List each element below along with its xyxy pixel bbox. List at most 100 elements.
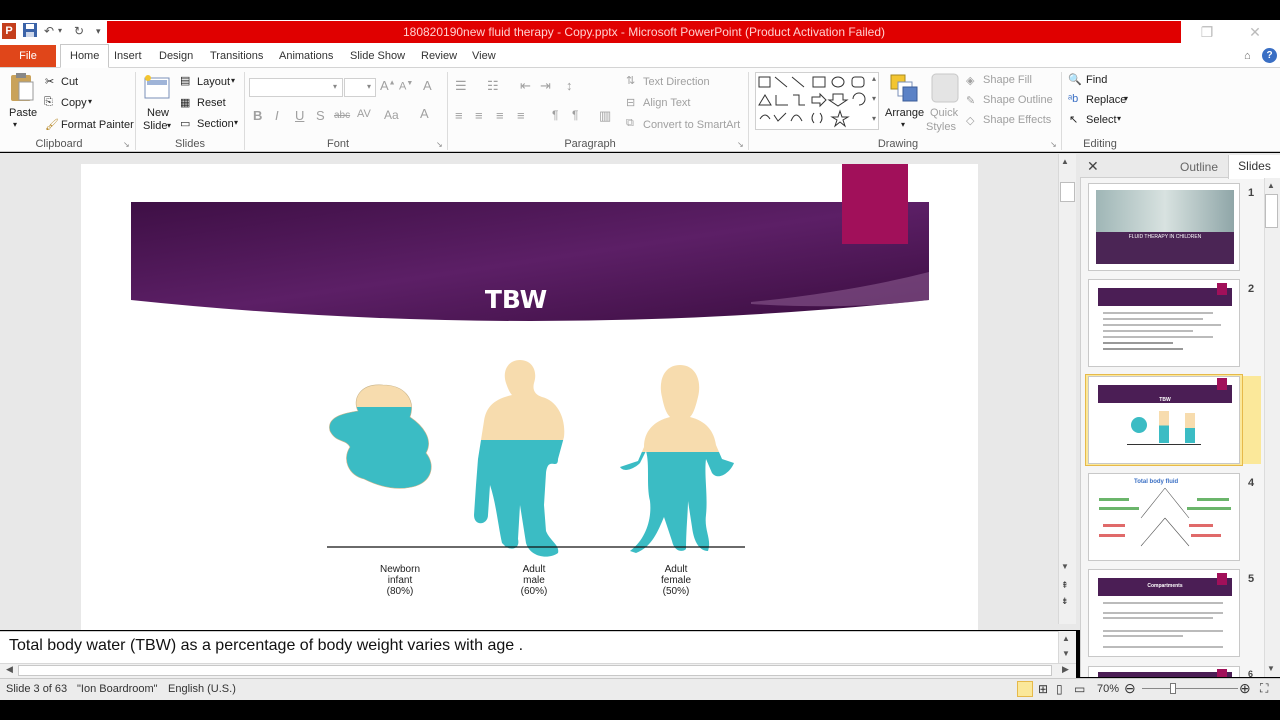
scroll-down-arrow-icon[interactable]: ▼ <box>1061 562 1069 571</box>
next-slide-icon[interactable]: ⇟ <box>1061 596 1069 607</box>
slide-thumbnail-4[interactable]: Total body fluid <box>1088 473 1240 561</box>
justify-icon[interactable]: ≡ <box>517 108 525 123</box>
normal-view-icon[interactable] <box>1017 681 1033 697</box>
shape-effects-button[interactable]: Shape Effects <box>983 114 1051 126</box>
slide-thumbnail-2[interactable] <box>1088 279 1240 367</box>
copy-dropdown-icon[interactable]: ▾ <box>88 97 92 106</box>
font-color-icon[interactable]: A <box>420 106 429 121</box>
horizontal-scroll-thumb[interactable] <box>18 665 1052 676</box>
help-icon[interactable]: ? <box>1262 48 1277 63</box>
cut-icon[interactable]: ✂ <box>45 75 54 88</box>
text-direction-button[interactable]: Text Direction <box>643 76 710 88</box>
slide-sorter-view-icon[interactable]: ⊞ <box>1038 682 1048 696</box>
replace-button[interactable]: Replace <box>1086 94 1126 106</box>
grow-font-icon[interactable]: A▲ <box>380 78 396 93</box>
thumbnails-scrollbar[interactable] <box>1264 178 1280 677</box>
close-pane-icon[interactable]: ✕ <box>1087 158 1099 175</box>
tab-slide-show[interactable]: Slide Show <box>350 45 405 67</box>
font-size-combobox[interactable] <box>344 78 376 97</box>
slide-title[interactable]: TBW <box>131 285 901 314</box>
new-slide-icon[interactable] <box>143 74 171 102</box>
replace-icon[interactable]: ᵃb <box>1068 93 1078 105</box>
slide-thumbnail-6[interactable] <box>1088 666 1240 677</box>
tab-outline[interactable]: Outline <box>1180 160 1218 174</box>
columns-icon[interactable]: ▥ <box>599 108 611 124</box>
font-name-dropdown-icon[interactable]: ▾ <box>333 82 337 91</box>
arrange-icon[interactable] <box>888 72 920 104</box>
smartart-icon[interactable]: ⧉ <box>626 117 634 130</box>
copy-button[interactable]: Copy <box>61 97 87 109</box>
select-dropdown-icon[interactable]: ▾ <box>1117 114 1121 123</box>
copy-icon[interactable]: ⎘ <box>44 96 53 109</box>
previous-slide-icon[interactable]: ⇞ <box>1061 580 1069 591</box>
text-direction-icon[interactable]: ⇅ <box>626 74 635 87</box>
thumbnails-scroll-thumb[interactable] <box>1265 194 1278 228</box>
new-slide-label-1[interactable]: New <box>147 107 169 119</box>
section-button[interactable]: Section <box>197 118 234 130</box>
italic-icon[interactable]: I <box>275 108 279 123</box>
replace-dropdown-icon[interactable]: ▾ <box>1124 94 1128 103</box>
zoom-in-icon[interactable]: ⊕ <box>1239 680 1251 697</box>
align-right-icon[interactable]: ≡ <box>496 108 504 123</box>
new-slide-label-2[interactable]: Slide <box>143 120 167 132</box>
tab-animations[interactable]: Animations <box>279 45 333 67</box>
line-spacing-icon[interactable]: ↕ <box>566 78 573 93</box>
quick-styles-label-1[interactable]: Quick <box>930 107 958 119</box>
format-painter-button[interactable]: Format Painter <box>61 119 134 131</box>
text-shadow-icon[interactable]: S <box>316 108 325 123</box>
shapes-scroll-up-icon[interactable]: ▴ <box>872 74 876 83</box>
arrange-button[interactable]: Arrange <box>885 107 924 119</box>
clear-formatting-icon[interactable]: A <box>423 78 432 93</box>
reset-icon[interactable]: ▦ <box>180 96 190 109</box>
shapes-gallery[interactable] <box>755 72 879 130</box>
shapes-scroll-down-icon[interactable]: ▾ <box>872 94 876 103</box>
decrease-indent-icon[interactable]: ⇤ <box>520 78 531 94</box>
reset-button[interactable]: Reset <box>197 97 226 109</box>
theme-name[interactable]: "Ion Boardroom" <box>77 683 158 695</box>
restore-icon[interactable]: ❐ <box>1192 22 1222 42</box>
slide-thumbnail-1[interactable]: FLUID THERAPY IN CHILDREN <box>1088 183 1240 271</box>
zoom-slider-thumb[interactable] <box>1170 683 1176 694</box>
zoom-level[interactable]: 70% <box>1097 683 1119 695</box>
save-icon[interactable] <box>22 22 38 40</box>
fit-slide-icon[interactable]: ⛶ <box>1260 681 1268 696</box>
section-icon[interactable]: ▭ <box>180 117 190 130</box>
reading-view-icon[interactable]: ▯ <box>1056 682 1063 696</box>
tab-design[interactable]: Design <box>159 45 193 67</box>
undo-dropdown-icon[interactable]: ▾ <box>58 22 62 40</box>
tab-review[interactable]: Review <box>421 45 457 67</box>
zoom-slider-track[interactable] <box>1142 688 1238 689</box>
vertical-scroll-thumb[interactable] <box>1060 182 1075 202</box>
bold-icon[interactable]: B <box>253 108 262 123</box>
paste-dropdown-icon[interactable]: ▾ <box>13 120 17 129</box>
undo-icon[interactable]: ↶ <box>44 22 54 40</box>
bullets-icon[interactable]: ☰ <box>455 78 467 94</box>
shape-outline-button[interactable]: Shape Outline <box>983 94 1053 106</box>
change-case-icon[interactable]: Aa <box>384 108 399 122</box>
tab-file[interactable]: File <box>0 45 56 67</box>
increase-indent-icon[interactable]: ⇥ <box>540 78 551 94</box>
character-spacing-icon[interactable]: AV <box>357 108 371 120</box>
new-slide-dropdown-icon[interactable]: ▾ <box>167 121 171 130</box>
find-button[interactable]: Find <box>1086 74 1107 86</box>
select-icon[interactable]: ↖ <box>1069 113 1078 126</box>
slide-thumbnail-5[interactable]: Compartments <box>1088 569 1240 657</box>
arrange-dropdown-icon[interactable]: ▾ <box>901 120 905 129</box>
shape-outline-icon[interactable]: ✎ <box>966 94 975 107</box>
paragraph-launcher-icon[interactable]: ↘ <box>737 140 744 149</box>
thumbnails-scroll-down-icon[interactable]: ▼ <box>1267 664 1275 673</box>
language-indicator[interactable]: English (U.S.) <box>168 683 236 695</box>
layout-button[interactable]: Layout <box>197 76 230 88</box>
font-name-combobox[interactable] <box>249 78 343 97</box>
notes-scroll-up-icon[interactable]: ▲ <box>1062 634 1070 643</box>
select-button[interactable]: Select <box>1086 114 1117 126</box>
tab-insert[interactable]: Insert <box>114 45 142 67</box>
layout-dropdown-icon[interactable]: ▾ <box>231 76 235 85</box>
shape-fill-icon[interactable]: ◈ <box>966 74 974 87</box>
clipboard-launcher-icon[interactable]: ↘ <box>123 140 130 149</box>
quick-styles-label-2[interactable]: Styles <box>926 121 956 133</box>
speaker-notes[interactable]: Total body water (TBW) as a percentage o… <box>9 637 523 655</box>
zoom-out-icon[interactable]: ⊖ <box>1124 680 1136 697</box>
align-text-button[interactable]: Align Text <box>643 97 691 109</box>
paste-icon[interactable] <box>8 72 36 104</box>
